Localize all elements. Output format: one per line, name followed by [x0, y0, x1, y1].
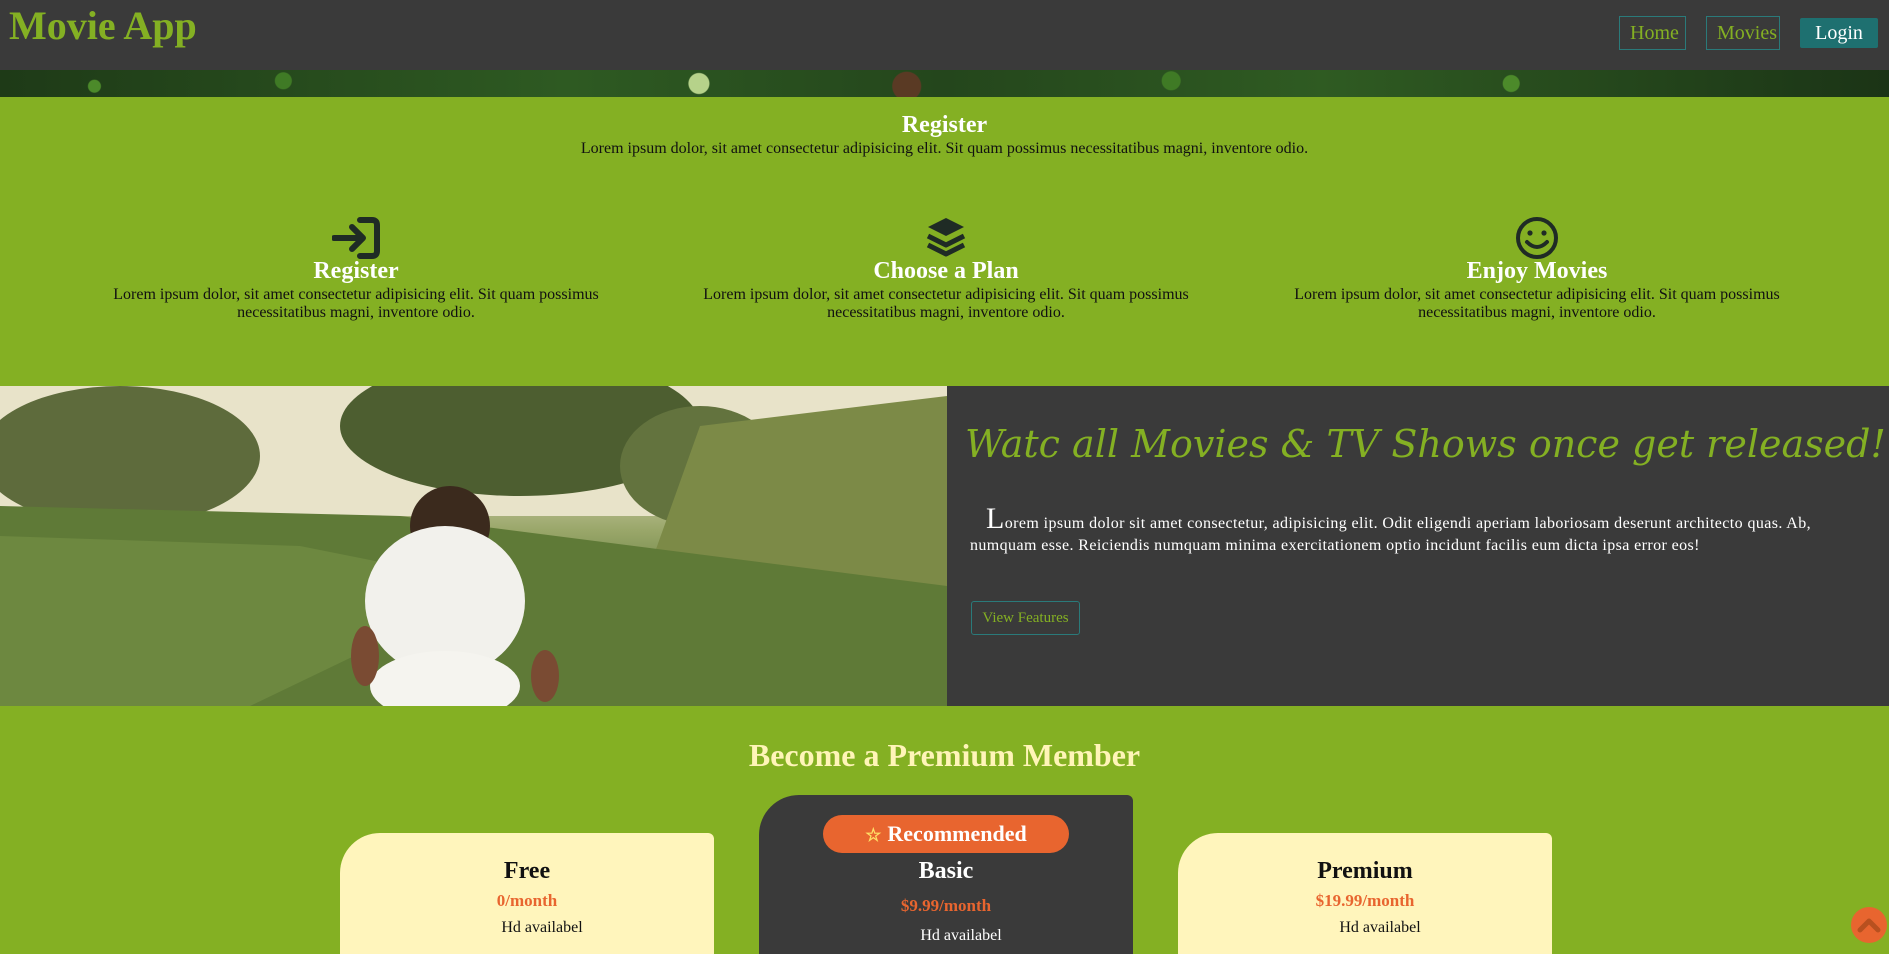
section-title: Register	[901, 112, 988, 138]
nav-home-link[interactable]: Home	[1619, 16, 1686, 50]
step-text: Lorem ipsum dolor, sit amet consectetur …	[113, 286, 599, 321]
plan-name: Basic	[918, 858, 974, 884]
step-text: Lorem ipsum dolor, sit amet consectetur …	[1294, 286, 1780, 321]
showcase-panel: Watc all Movies & TV Shows once get rele…	[947, 386, 1889, 706]
sign-in-icon	[332, 217, 380, 259]
login-button[interactable]: Login	[1800, 18, 1878, 48]
step-enjoy-movies: Enjoy Movies Lorem ipsum dolor, sit amet…	[1277, 216, 1797, 322]
plan-card-basic[interactable]: ☆ Recommended Basic $9.99/month Hd availa…	[759, 795, 1133, 954]
step-register: Register Lorem ipsum dolor, sit amet con…	[96, 216, 616, 322]
child-in-field-image	[0, 386, 947, 706]
hero-image-strip	[0, 70, 1889, 97]
plan-card-free[interactable]: Free 0/month Hd availabel	[340, 833, 714, 954]
scroll-to-top-button[interactable]	[1851, 907, 1887, 943]
plan-name: Free	[503, 858, 551, 884]
step-title: Enjoy Movies	[1466, 258, 1608, 284]
premium-title: Become a Premium Member	[748, 737, 1141, 773]
plan-price: $9.99/month	[900, 896, 992, 915]
step-title: Register	[313, 258, 399, 284]
plan-feature: Hd availabel	[1339, 919, 1421, 936]
brand-logo[interactable]: Movie App	[9, 2, 197, 49]
navbar: Movie App Home Movies Login	[0, 0, 1889, 70]
plan-feature: Hd availabel	[501, 919, 583, 936]
plan-feature: Hd availabel	[920, 927, 1002, 944]
chevron-up-icon	[1857, 918, 1881, 933]
showcase-headline: Watc all Movies & TV Shows once get rele…	[965, 422, 1886, 466]
plan-price: $19.99/month	[1315, 891, 1415, 910]
badge-label: Recommended	[887, 821, 1027, 846]
paragraph-text: orem ipsum dolor sit amet consectetur, a…	[970, 515, 1812, 554]
showcase-paragraph: Lorem ipsum dolor sit amet consectetur, …	[970, 504, 1870, 557]
plan-card-premium[interactable]: Premium $19.99/month Hd availabel	[1178, 833, 1552, 954]
section-subtitle: Lorem ipsum dolor, sit amet consectetur …	[580, 140, 1309, 157]
step-text: Lorem ipsum dolor, sit amet consectetur …	[703, 286, 1189, 321]
dropcap-letter: L	[986, 502, 1005, 535]
star-icon: ☆	[865, 825, 882, 845]
recommended-badge: ☆ Recommended	[823, 815, 1069, 853]
view-features-button[interactable]: View Features	[971, 601, 1080, 635]
step-title: Choose a Plan	[873, 258, 1019, 284]
layers-icon	[926, 218, 966, 257]
showcase-photo	[0, 386, 947, 706]
plan-name: Premium	[1317, 858, 1413, 884]
nav-movies-link[interactable]: Movies	[1706, 16, 1780, 50]
smiley-icon	[1516, 217, 1558, 259]
plan-price: 0/month	[496, 891, 558, 910]
step-choose-plan: Choose a Plan Lorem ipsum dolor, sit ame…	[686, 216, 1206, 322]
